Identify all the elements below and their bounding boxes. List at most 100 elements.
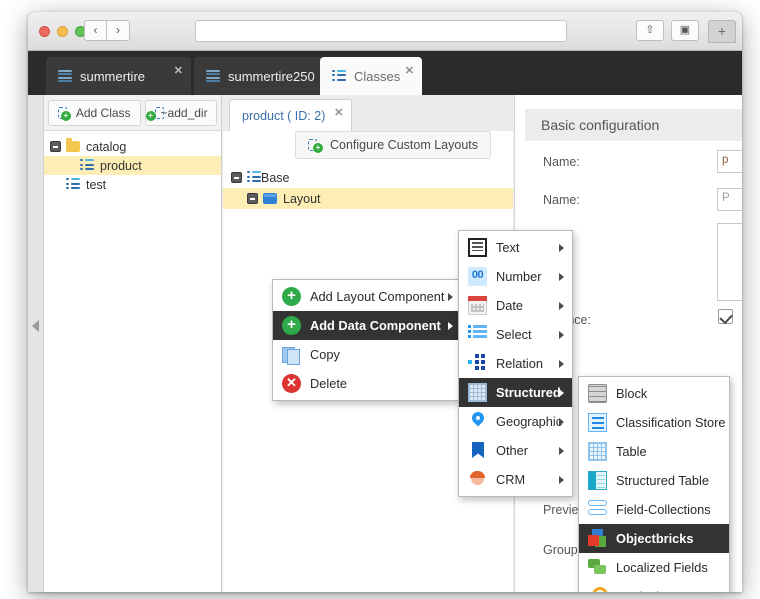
forward-button[interactable]: ›	[107, 20, 130, 41]
menu-item-label: Table	[616, 444, 647, 459]
menu-item-classification-store[interactable]: Classification Store	[579, 408, 729, 437]
tree-item-catalog[interactable]: catalog	[44, 137, 221, 156]
select-icon	[468, 325, 487, 344]
menu-item-label: Other	[496, 443, 529, 458]
menu-item-label: Date	[496, 298, 524, 313]
menu-item-label: Structured Table	[616, 473, 709, 488]
tree-item-test[interactable]: test	[44, 175, 221, 194]
close-icon[interactable]: ✕	[334, 106, 343, 119]
submenu-structured-types[interactable]: Block Classification Store Table Structu…	[578, 376, 730, 592]
menu-item-label: Key/Value	[616, 589, 719, 592]
chevron-right-icon	[559, 418, 564, 426]
other-icon	[468, 441, 487, 460]
menu-item-delete[interactable]: ✕ Delete	[273, 369, 461, 398]
back-button[interactable]: ‹	[84, 20, 107, 41]
menu-item-select[interactable]: Select	[459, 320, 572, 349]
section-title: Basic configuration	[525, 109, 742, 141]
menu-item-structured-table[interactable]: Structured Table	[579, 466, 729, 495]
menu-item-label: Add Data Component	[310, 318, 441, 333]
tree-item-base[interactable]: Base	[223, 167, 513, 188]
menu-item-label: Structured	[496, 385, 561, 400]
list-icon	[58, 69, 72, 83]
menu-item-text[interactable]: Text	[459, 233, 572, 262]
menu-item-label: Classification Store	[616, 415, 726, 430]
crm-icon	[468, 470, 487, 489]
add-dir-button[interactable]: + ~add_dir	[144, 99, 217, 126]
structured-icon	[468, 383, 487, 402]
menu-item-copy[interactable]: Copy	[273, 340, 461, 369]
configure-icon: +	[308, 138, 323, 153]
chevron-right-icon	[559, 244, 564, 252]
copy-icon	[282, 345, 301, 365]
menu-item-structured[interactable]: Structured	[459, 378, 572, 407]
tabs-icon[interactable]: ▣	[671, 20, 699, 41]
menu-item-add-layout-component[interactable]: + Add Layout Component	[273, 282, 461, 311]
tab-label: summertire	[80, 68, 146, 84]
menu-item-table[interactable]: Table	[579, 437, 729, 466]
menu-item-relation[interactable]: Relation	[459, 349, 572, 378]
tab-classes[interactable]: Classes ✕	[320, 57, 422, 95]
chevron-right-icon	[559, 360, 564, 368]
classes-icon	[332, 69, 346, 83]
menu-item-objectbricks[interactable]: Objectbricks	[579, 524, 729, 553]
tree-item-label: Layout	[283, 191, 321, 206]
parent-name-input[interactable]: P	[717, 188, 742, 211]
menu-item-label: CRM	[496, 472, 526, 487]
menu-item-other[interactable]: Other	[459, 436, 572, 465]
collapse-toggle-icon[interactable]	[231, 172, 242, 183]
close-icon[interactable]: ✕	[405, 64, 414, 77]
tree-item-product[interactable]: product	[44, 156, 221, 175]
menu-item-field-collections[interactable]: Field-Collections	[579, 495, 729, 524]
objectbricks-icon	[588, 529, 607, 548]
class-tree: catalog product test	[44, 131, 221, 194]
tree-item-layout[interactable]: Layout	[223, 188, 513, 209]
close-window-button[interactable]	[39, 26, 50, 37]
collapse-toggle-icon[interactable]	[50, 141, 61, 152]
menu-item-number[interactable]: 00 Number	[459, 262, 572, 291]
navigation-buttons: ‹ ›	[84, 20, 130, 41]
block-icon	[588, 384, 607, 403]
app-body: + Add Class + ~add_dir catalog product t…	[28, 95, 742, 592]
menu-item-crm[interactable]: CRM	[459, 465, 572, 494]
number-icon: 00	[468, 267, 487, 286]
submenu-data-component-types[interactable]: Text 00 Number Date Select Relation Stru…	[458, 230, 573, 497]
add-class-button[interactable]: + Add Class	[48, 99, 141, 126]
context-menu-layout[interactable]: + Add Layout Component + Add Data Compon…	[272, 279, 462, 401]
tab-product-id-2[interactable]: product ( ID: 2) ✕	[229, 99, 353, 131]
share-icon[interactable]: ⇧	[636, 20, 664, 41]
chevron-left-icon[interactable]	[32, 320, 39, 332]
key-value-icon	[588, 587, 608, 592]
menu-item-geographic[interactable]: Geographic	[459, 407, 572, 436]
menu-item-key-value[interactable]: Key/Value	[579, 582, 729, 592]
panel-collapse-rail[interactable]	[28, 95, 44, 592]
chrome-buttons: ⇧ ▣	[636, 20, 699, 41]
new-tab-button[interactable]: +	[708, 20, 736, 43]
chevron-right-icon	[559, 331, 564, 339]
menu-item-label: Delete	[310, 376, 347, 391]
list-icon	[206, 69, 220, 83]
tab-summertire[interactable]: summertire ✕	[46, 57, 191, 95]
menu-item-label: Text	[496, 240, 520, 255]
minimize-window-button[interactable]	[57, 26, 68, 37]
menu-item-label: Geographic	[496, 414, 563, 429]
configure-custom-layouts-button[interactable]: + Configure Custom Layouts	[295, 131, 491, 159]
url-input[interactable]	[195, 20, 567, 42]
description-textarea[interactable]	[717, 223, 742, 301]
close-icon[interactable]: ✕	[174, 64, 183, 77]
tree-item-label: Base	[261, 170, 290, 185]
name-input[interactable]: p	[717, 150, 742, 173]
menu-item-localized-fields[interactable]: Localized Fields	[579, 553, 729, 582]
menu-item-date[interactable]: Date	[459, 291, 572, 320]
button-label: Configure Custom Layouts	[330, 138, 478, 152]
tree-item-label: product	[100, 158, 142, 173]
menu-item-add-data-component[interactable]: + Add Data Component	[273, 311, 461, 340]
collapse-toggle-icon[interactable]	[247, 193, 258, 204]
menu-item-label: Relation	[496, 356, 543, 371]
inheritance-checkbox[interactable]	[718, 309, 733, 324]
geographic-icon	[468, 412, 487, 431]
delete-icon: ✕	[282, 374, 301, 393]
menu-item-block[interactable]: Block	[579, 379, 729, 408]
tab-label: summertire250	[228, 68, 315, 84]
plus-green-icon: +	[282, 316, 301, 335]
app-tab-strip: summertire ✕ summertire250 ✕ Cla	[28, 51, 742, 95]
